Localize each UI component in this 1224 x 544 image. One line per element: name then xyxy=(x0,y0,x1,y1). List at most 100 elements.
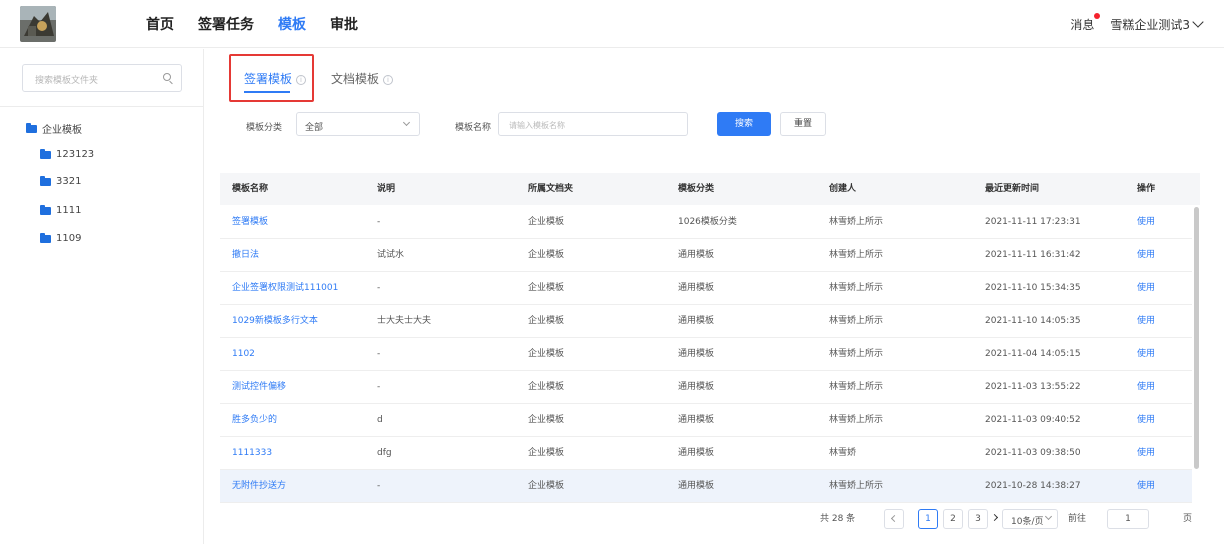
use-template-link[interactable]: 使用 xyxy=(1137,371,1155,404)
template-category: 通用模板 xyxy=(678,382,715,392)
template-folder: 企业模板 xyxy=(528,217,565,227)
prev-page-button[interactable] xyxy=(884,509,904,529)
name-label: 模板名称 xyxy=(455,123,492,133)
nav-home[interactable]: 首页 xyxy=(146,14,174,34)
table-scrollbar[interactable] xyxy=(1194,207,1199,469)
messages-label: 消息 xyxy=(1070,17,1095,32)
page-button-1[interactable]: 1 xyxy=(918,509,938,529)
template-name-link[interactable]: 1029新模板多行文本 xyxy=(232,305,318,338)
folder-item[interactable]: 1111 xyxy=(40,204,81,216)
use-template-link[interactable]: 使用 xyxy=(1137,338,1155,371)
table-row[interactable]: 1111333 dfg 企业模板 通用模板 林雪娇 2021-11-03 09:… xyxy=(220,437,1192,470)
sidebar-divider xyxy=(0,106,203,107)
search-icon[interactable] xyxy=(163,73,171,81)
info-icon[interactable]: i xyxy=(383,74,394,85)
page-button-2[interactable]: 2 xyxy=(943,509,963,529)
folder-icon xyxy=(40,175,51,186)
template-category: 通用模板 xyxy=(678,481,715,491)
chevron-down-icon xyxy=(402,118,411,127)
template-folder: 企业模板 xyxy=(528,283,565,293)
table-row[interactable]: 撤日法 试试水 企业模板 通用模板 林雪娇上所示 2021-11-11 16:3… xyxy=(220,239,1192,272)
template-name-link[interactable]: 签署模板 xyxy=(232,206,268,239)
template-name-link[interactable]: 撤日法 xyxy=(232,239,259,272)
use-template-link[interactable]: 使用 xyxy=(1137,470,1155,503)
column-header: 模板分类 xyxy=(678,184,715,194)
template-category: 通用模板 xyxy=(678,283,715,293)
category-select[interactable]: 全部 xyxy=(296,112,420,136)
table-row[interactable]: 企业签署权限测试111001 - 企业模板 通用模板 林雪娇上所示 2021-1… xyxy=(220,272,1192,305)
table-row[interactable]: 1029新模板多行文本 士大夫士大夫 企业模板 通用模板 林雪娇上所示 2021… xyxy=(220,305,1192,338)
user-name: 雪糕企业测试3 xyxy=(1110,17,1190,32)
folder-label: 3321 xyxy=(56,176,82,187)
template-folder: 企业模板 xyxy=(528,481,565,491)
template-name-link[interactable]: 无附件抄送方 xyxy=(232,470,286,503)
template-updated: 2021-11-03 09:38:50 xyxy=(985,448,1081,458)
category-label: 模板分类 xyxy=(246,123,283,133)
page-size-select[interactable]: 10条/页 xyxy=(1002,509,1058,529)
template-creator: 林雪娇上所示 xyxy=(829,217,884,227)
goto-label: 前往 xyxy=(1068,514,1087,524)
tab-document-templates[interactable]: 文档模板 i xyxy=(331,70,394,87)
reset-button[interactable]: 重置 xyxy=(780,112,826,136)
template-folder: 企业模板 xyxy=(528,349,565,359)
folder-item[interactable]: 1109 xyxy=(40,232,82,244)
search-button[interactable]: 搜索 xyxy=(717,112,771,136)
user-menu[interactable]: 雪糕企业测试3 xyxy=(1110,16,1204,33)
template-creator: 林雪娇上所示 xyxy=(829,283,884,293)
folder-item-root[interactable]: 企业模板 xyxy=(26,121,82,136)
chevron-right-icon xyxy=(990,513,998,522)
use-template-link[interactable]: 使用 xyxy=(1137,206,1155,239)
nav-sign-tasks[interactable]: 签署任务 xyxy=(198,14,254,34)
goto-page-input[interactable]: 1 xyxy=(1107,509,1149,529)
folder-label: 企业模板 xyxy=(42,125,82,136)
folder-item[interactable]: 3321 xyxy=(40,175,82,187)
template-name-link[interactable]: 企业签署权限测试111001 xyxy=(232,272,338,305)
use-template-link[interactable]: 使用 xyxy=(1137,404,1155,437)
use-template-link[interactable]: 使用 xyxy=(1137,437,1155,470)
template-desc: dfg xyxy=(377,448,392,458)
column-header: 操作 xyxy=(1137,184,1156,194)
template-name-placeholder: 请输入模板名称 xyxy=(509,121,565,130)
template-folder: 企业模板 xyxy=(528,316,565,326)
column-header: 创建人 xyxy=(829,184,857,194)
template-name-link[interactable]: 1102 xyxy=(232,338,255,371)
chevron-down-icon xyxy=(1192,16,1204,28)
next-page-button[interactable] xyxy=(984,509,1004,529)
unread-dot-icon xyxy=(1094,12,1101,19)
company-logo[interactable] xyxy=(20,6,56,42)
template-creator: 林雪娇上所示 xyxy=(829,481,884,491)
table-row[interactable]: 测试控件偏移 - 企业模板 通用模板 林雪娇上所示 2021-11-03 13:… xyxy=(220,371,1192,404)
use-template-link[interactable]: 使用 xyxy=(1137,305,1155,338)
folder-item[interactable]: 123123 xyxy=(40,148,95,160)
use-template-link[interactable]: 使用 xyxy=(1137,272,1155,305)
category-value: 全部 xyxy=(305,123,324,133)
table-row[interactable]: 无附件抄送方 - 企业模板 通用模板 林雪娇上所示 2021-10-28 14:… xyxy=(220,470,1192,503)
nav-approval[interactable]: 审批 xyxy=(330,14,358,34)
table-row[interactable]: 1102 - 企业模板 通用模板 林雪娇上所示 2021-11-04 14:05… xyxy=(220,338,1192,371)
template-name-link[interactable]: 测试控件偏移 xyxy=(232,371,286,404)
template-name-link[interactable]: 1111333 xyxy=(232,437,272,470)
page-suffix: 页 xyxy=(1183,514,1193,524)
table-row[interactable]: 胜多负少的 d 企业模板 通用模板 林雪娇上所示 2021-11-03 09:4… xyxy=(220,404,1192,437)
template-desc: d xyxy=(377,415,383,425)
template-updated: 2021-11-04 14:05:15 xyxy=(985,349,1081,359)
template-folder: 企业模板 xyxy=(528,415,565,425)
table-row[interactable]: 签署模板 - 企业模板 1026模板分类 林雪娇上所示 2021-11-11 1… xyxy=(220,206,1192,239)
template-folder: 企业模板 xyxy=(528,250,565,260)
template-category: 通用模板 xyxy=(678,349,715,359)
template-category: 1026模板分类 xyxy=(678,217,737,227)
template-category: 通用模板 xyxy=(678,316,715,326)
folder-label: 1109 xyxy=(56,233,82,244)
template-desc: 试试水 xyxy=(377,250,405,260)
template-category: 通用模板 xyxy=(678,448,715,458)
template-name-input[interactable]: 请输入模板名称 xyxy=(498,112,688,136)
folder-search-input[interactable]: 搜索模板文件夹 xyxy=(22,64,182,92)
messages-link[interactable]: 消息 xyxy=(1070,12,1101,33)
use-template-link[interactable]: 使用 xyxy=(1137,239,1155,272)
template-updated: 2021-11-11 17:23:31 xyxy=(985,217,1081,227)
chevron-down-icon xyxy=(1044,512,1053,521)
folder-label: 123123 xyxy=(56,149,95,160)
template-name-link[interactable]: 胜多负少的 xyxy=(232,404,277,437)
annotation-highlight-box xyxy=(229,54,314,102)
nav-templates[interactable]: 模板 xyxy=(278,14,306,34)
